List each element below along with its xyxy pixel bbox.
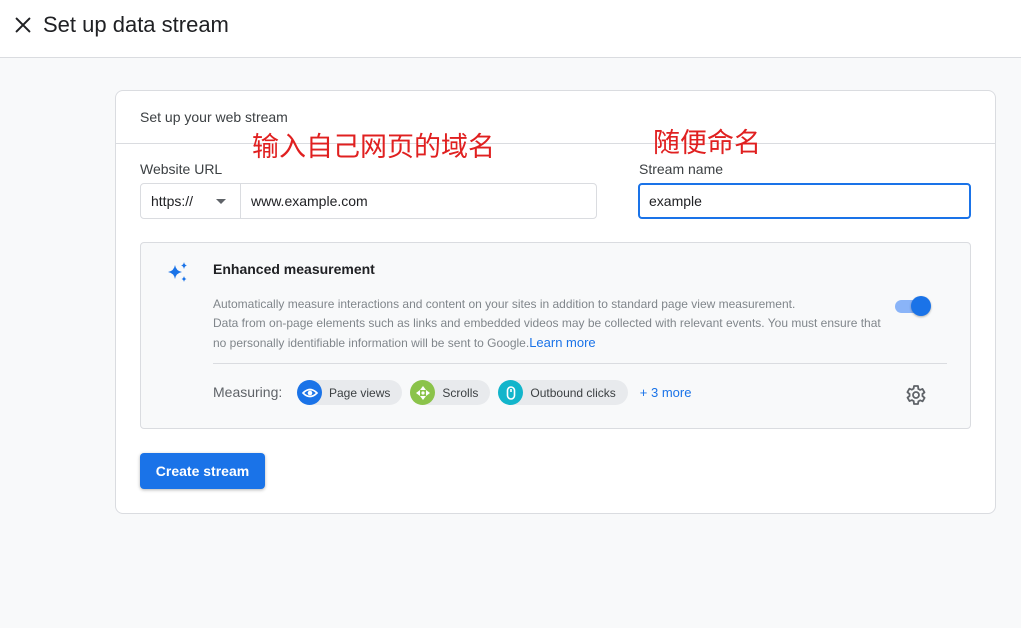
gear-icon[interactable] [903,383,927,407]
chip-page-views[interactable]: Page views [297,380,403,405]
card-divider [116,143,995,144]
website-url-group: https:// [140,183,597,219]
website-url-label: Website URL [140,161,223,177]
annotation-name-note: 随便命名 [653,128,761,159]
annotation-url-note: 输入自己网页的域名 [252,132,495,163]
chevron-down-icon [216,198,226,204]
more-measurements-link[interactable]: + 3 more [640,385,692,400]
enhanced-measurement-title: Enhanced measurement [213,261,375,277]
card-header: Set up your web stream [140,109,288,125]
chip-label: Page views [329,385,391,400]
top-bar: Set up data stream [0,0,1021,58]
stream-name-input[interactable] [638,183,971,219]
stream-name-label: Stream name [639,161,724,177]
measurement-chips: Page views Scrolls Outbound clicks + 3 m… [297,380,691,405]
web-stream-card: Set up your web stream 输入自己网页的域名 随便命名 We… [115,90,996,514]
measuring-label: Measuring: [213,384,283,400]
enhanced-measurement-toggle[interactable] [894,295,932,317]
scroll-icon [410,380,436,405]
eye-icon [297,380,322,405]
chip-scrolls[interactable]: Scrolls [410,380,491,405]
chip-label: Scrolls [442,385,479,400]
panel-divider [213,363,947,364]
enhanced-measurement-panel: Enhanced measurement Automatically measu… [140,242,971,429]
learn-more-link[interactable]: Learn more [529,335,595,350]
enhanced-measurement-description: Automatically measure interactions and c… [213,295,883,353]
description-line-1: Automatically measure interactions and c… [213,297,796,311]
sparkle-icon [168,262,187,282]
toggle-knob [911,296,931,316]
website-url-input[interactable] [241,184,596,218]
protocol-value: https:// [151,193,194,209]
page-title: Set up data stream [43,12,229,37]
create-stream-button[interactable]: Create stream [140,453,265,489]
chip-label: Outbound clicks [530,385,616,400]
mouse-icon [498,380,524,405]
protocol-select[interactable]: https:// [141,184,241,218]
chip-outbound-clicks[interactable]: Outbound clicks [498,380,628,405]
close-icon[interactable] [12,14,34,36]
